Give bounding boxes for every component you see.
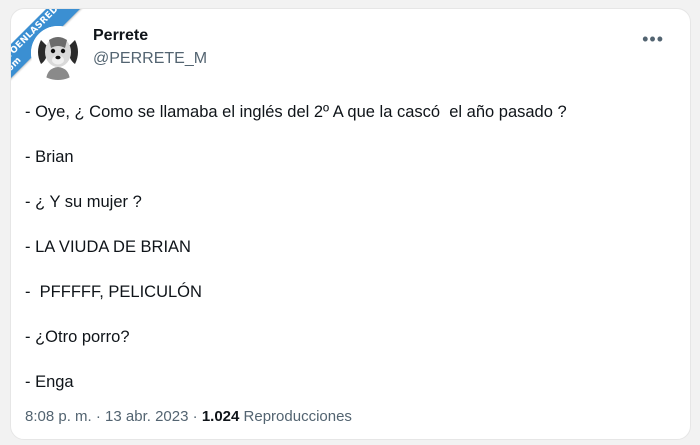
more-options-icon[interactable]: ••• — [642, 29, 664, 50]
tweet-card: VISTOENLASREDES .com Perrete @PERRETE_M … — [10, 8, 691, 440]
tweet-line: - PFFFFF, PELICULÓN — [25, 283, 202, 301]
tweet-time[interactable]: 8:08 p. m. — [25, 408, 92, 425]
tweet-line: - Oye, ¿ Como se llamaba el inglés del 2… — [25, 103, 567, 121]
view-count: 1.024 — [201, 408, 240, 425]
meta-separator: · — [188, 408, 202, 425]
meta-separator: · — [91, 408, 106, 425]
tweet-line: - LA VIUDA DE BRIAN — [25, 238, 191, 256]
tweet-line: - Enga — [25, 373, 74, 391]
views-label: Reproducciones — [239, 408, 352, 425]
tweet-line: - ¿Otro porro? — [25, 328, 130, 346]
tweet-date[interactable]: 13 abr. 2023 — [105, 408, 188, 425]
author-name[interactable]: Perrete — [93, 27, 148, 45]
dog-avatar-icon — [31, 26, 85, 80]
author-handle[interactable]: @PERRETE_M — [93, 50, 207, 68]
tweet-line: - Brian — [25, 148, 74, 166]
avatar[interactable] — [31, 26, 85, 80]
tweet-meta: 8:08 p. m. · 13 abr. 2023 · 1.024 Reprod… — [25, 408, 352, 425]
tweet-line: - ¿ Y su mujer ? — [25, 193, 142, 211]
